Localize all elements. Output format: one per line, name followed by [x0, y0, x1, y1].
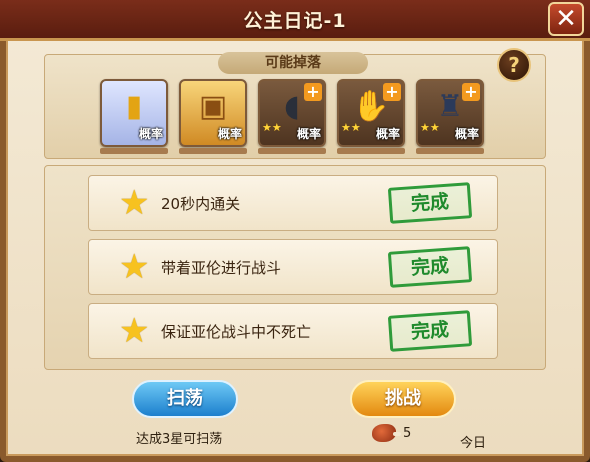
drop-item-gauntlet[interactable]: ◖ + ★★ 概率: [258, 79, 326, 147]
completed-stamp: 完成: [387, 182, 473, 224]
task-text: 保证亚伦战斗中不死亡: [161, 323, 312, 341]
today-attempts-label: 今日: [460, 436, 487, 451]
completed-stamp: 完成: [387, 246, 473, 288]
drop-item-treasure-chest[interactable]: ▣ 概率: [179, 79, 247, 147]
drop-rate-label: 概率: [375, 127, 400, 141]
drop-item-gold-coin[interactable]: ▮ 概率: [100, 79, 168, 147]
sweep-requirement-text: 达成3星可扫荡: [136, 432, 223, 447]
drop-item-dark-armor[interactable]: ♜ + ★★ 概率: [416, 79, 484, 147]
star-task-row: ★ 保证亚伦战斗中不死亡 完成: [88, 303, 498, 359]
upgrade-plus-icon: +: [304, 83, 322, 101]
star-icon: ★: [119, 183, 150, 223]
completed-stamp: 完成: [387, 310, 473, 352]
upgrade-plus-icon: +: [383, 83, 401, 101]
drop-slot-base: [100, 148, 168, 154]
dialog-title: 公主日记-1: [243, 10, 347, 32]
drop-slot-base: [258, 148, 326, 154]
sweep-button[interactable]: 扫荡: [132, 380, 238, 418]
drop-slot-base: [337, 148, 405, 154]
possible-drops-label: 可能掉落: [218, 52, 368, 74]
drop-slot-base: [179, 148, 247, 154]
star-task-row: ★ 20秒内通关 完成: [88, 175, 498, 231]
close-button[interactable]: ✕: [548, 2, 584, 36]
star-rating-icon: ★★: [420, 121, 440, 134]
drop-item-leather-glove[interactable]: ✋ + ★★ 概率: [337, 79, 405, 147]
star-icon: ★: [119, 247, 150, 287]
drop-rate-label: 概率: [138, 127, 163, 141]
upgrade-plus-icon: +: [462, 83, 480, 101]
drop-slot-base: [416, 148, 484, 154]
task-text: 20秒内通关: [161, 195, 241, 213]
challenge-button[interactable]: 挑战: [350, 380, 456, 418]
drop-rate-label: 概率: [217, 127, 242, 141]
star-icon: ★: [119, 311, 150, 351]
title-bar: 公主日记-1: [0, 0, 590, 41]
star-rating-icon: ★★: [262, 121, 282, 134]
gold-coin-icon: ▮: [125, 89, 143, 124]
star-rating-icon: ★★: [341, 121, 361, 134]
meat-bone-icon: [393, 432, 401, 436]
help-button[interactable]: ?: [497, 48, 531, 82]
task-text: 带着亚伦进行战斗: [161, 259, 282, 277]
drop-rate-label: 概率: [296, 127, 321, 141]
drop-rate-label: 概率: [454, 127, 479, 141]
treasure-chest-icon: ▣: [198, 89, 228, 124]
star-task-row: ★ 带着亚伦进行战斗 完成: [88, 239, 498, 295]
stamina-cost: 5: [403, 426, 412, 441]
